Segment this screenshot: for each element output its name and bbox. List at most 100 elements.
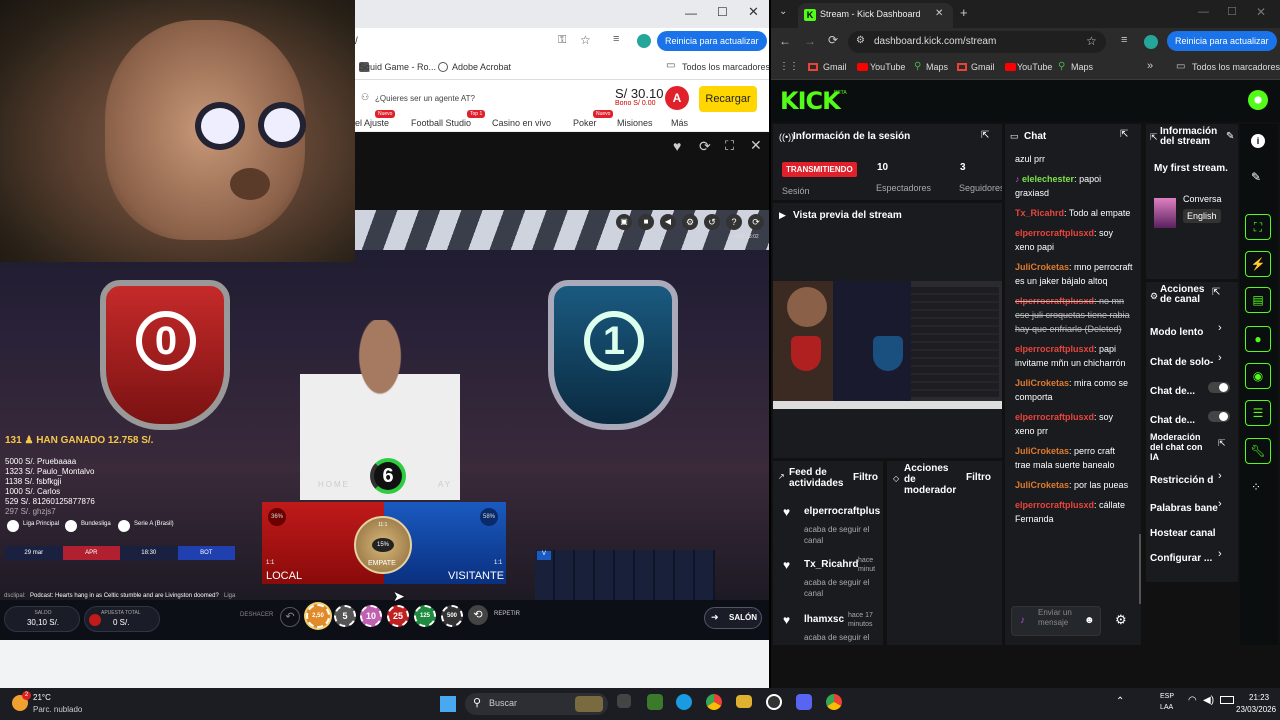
wifi-icon[interactable]: ◠: [1188, 695, 1197, 706]
list-icon[interactable]: ☰: [1245, 400, 1271, 426]
bookmark-gmail-2[interactable]: Gmail: [971, 62, 995, 72]
tab-list-icon[interactable]: ⌄: [779, 6, 787, 17]
maximize-icon[interactable]: ☐: [717, 5, 728, 19]
kick-logo[interactable]: KICK: [780, 87, 841, 115]
edit-icon[interactable]: ✎: [1226, 131, 1234, 142]
chrome-icon[interactable]: [706, 694, 722, 710]
tab-kick-dashboard[interactable]: K Stream - Kick Dashboard ✕: [798, 3, 953, 28]
undo-icon[interactable]: ↶: [280, 607, 300, 627]
volume-icon[interactable]: ◀): [1203, 695, 1214, 706]
close-tab-icon[interactable]: ✕: [935, 8, 943, 19]
channel-action-item[interactable]: Chat de...: [1150, 410, 1234, 426]
user-avatar[interactable]: A: [665, 86, 689, 110]
channel-action-item[interactable]: Palabras bane ›: [1150, 498, 1234, 514]
file-explorer-icon[interactable]: [736, 695, 752, 708]
bookmark-star-icon[interactable]: ☆: [1086, 34, 1097, 48]
bookmark-youtube[interactable]: YouTube: [870, 62, 905, 72]
chrome-2-icon[interactable]: [826, 694, 842, 710]
task-view-icon[interactable]: [617, 694, 631, 708]
chat-user[interactable]: elperrocraftplusxd: [1015, 344, 1094, 354]
info-icon[interactable]: i: [1251, 134, 1265, 148]
all-bookmarks[interactable]: Todos los marcadores: [1192, 62, 1280, 72]
refresh-icon[interactable]: ⟳: [699, 138, 711, 155]
battery-icon[interactable]: [1220, 696, 1234, 704]
pencil-icon[interactable]: ✎: [1251, 170, 1261, 184]
url-field[interactable]: ⚙ dashboard.kick.com/stream ☆: [848, 31, 1106, 53]
reload-icon[interactable]: ⟳: [828, 33, 838, 47]
chat-user[interactable]: elperrocraftplusxd: [1015, 296, 1094, 306]
taskbar-search[interactable]: ⚲ Buscar: [465, 693, 608, 715]
chip-125[interactable]: 125: [414, 605, 436, 627]
fullscreen-widget-icon[interactable]: ⛶: [1245, 214, 1271, 240]
chat-scrollbar[interactable]: [1139, 534, 1141, 604]
salon-button[interactable]: ➜ SALÓN: [704, 607, 762, 629]
tray-expand-icon[interactable]: ⌃: [1116, 696, 1124, 707]
settings-icon[interactable]: ⚙: [682, 214, 698, 230]
close-game-icon[interactable]: ✕: [750, 137, 762, 154]
chat-user[interactable]: elperrocraftplusxd: [1015, 500, 1094, 510]
chat-user[interactable]: elelechester: [1022, 174, 1074, 184]
nav-ajuste[interactable]: el Ajuste: [355, 118, 389, 128]
chat-user[interactable]: Tx_Ricahrd: [1015, 208, 1064, 218]
discord-icon[interactable]: [796, 694, 812, 710]
repeat-icon[interactable]: ⟲: [468, 605, 488, 625]
key-icon[interactable]: ⚿: [558, 34, 566, 47]
apps-icon[interactable]: ⋮⋮: [779, 61, 799, 72]
chip-25[interactable]: 25: [387, 605, 409, 627]
close-window-icon[interactable]: ✕: [1256, 5, 1266, 19]
channel-action-item[interactable]: Restricción d ›: [1150, 470, 1234, 486]
language-indicator[interactable]: ESP: [1160, 693, 1174, 700]
new-tab-icon[interactable]: +: [960, 5, 968, 20]
undo-label[interactable]: DESHACER: [240, 612, 273, 618]
extensions-icon[interactable]: ≡: [1121, 34, 1127, 46]
emoji-icon[interactable]: ☻: [1084, 615, 1095, 626]
forward-icon[interactable]: →: [804, 34, 816, 48]
chat-settings-icon[interactable]: ⚙: [1115, 612, 1127, 628]
bookmark-maps-2[interactable]: Maps: [1071, 62, 1093, 72]
chip-2-50[interactable]: 2,50: [306, 604, 330, 628]
league-serie-a[interactable]: Serie A (Brasil): [134, 521, 174, 527]
star-icon[interactable]: ☆: [580, 33, 591, 47]
bookmark-gmail[interactable]: Gmail: [823, 62, 847, 72]
feed-user[interactable]: lhamxsc: [804, 614, 844, 625]
close-window-icon[interactable]: ✕: [748, 4, 759, 20]
channel-action-item[interactable]: Chat de...: [1150, 381, 1234, 397]
minecraft-icon[interactable]: [647, 694, 663, 710]
lightning-icon[interactable]: ⚡: [1245, 251, 1271, 277]
channel-action-item[interactable]: Configurar ... ›: [1150, 548, 1234, 564]
nav-casino-en-vivo[interactable]: Casino en vivo: [492, 118, 551, 128]
toggle-switch[interactable]: [1208, 382, 1230, 393]
feed-filter[interactable]: Filtro: [853, 472, 878, 483]
clock-time[interactable]: 21:23: [1249, 693, 1269, 702]
obs-icon[interactable]: [766, 694, 782, 710]
minimize-icon[interactable]: —: [1198, 6, 1209, 18]
help-icon[interactable]: ?: [726, 214, 742, 230]
edge-icon[interactable]: [676, 694, 692, 710]
channel-action-item[interactable]: Moderación del chat con IA ⇱: [1150, 432, 1234, 462]
channel-action-item[interactable]: Chat de solo- ›: [1150, 352, 1234, 368]
chat-input[interactable]: ♪ Enviar un mensaje ☻: [1011, 606, 1101, 636]
windows-start-icon[interactable]: [440, 696, 456, 712]
nav-mas[interactable]: Más: [671, 118, 688, 128]
mod-filter[interactable]: Filtro: [966, 472, 991, 483]
url-text[interactable]: /: [355, 36, 358, 47]
recharge-button[interactable]: Recargar: [699, 86, 757, 112]
profile-avatar[interactable]: [637, 34, 651, 48]
history-icon[interactable]: ↺: [704, 214, 720, 230]
category-thumbnail[interactable]: [1154, 198, 1176, 228]
bookmark-acrobat[interactable]: Adobe Acrobat: [452, 62, 511, 72]
channel-action-item[interactable]: Modo lento ›: [1150, 322, 1234, 338]
bookmark-maps[interactable]: Maps: [926, 62, 948, 72]
chat-user[interactable]: JuliCroketas: [1015, 446, 1069, 456]
wrench-icon[interactable]: 🔧︎: [1245, 438, 1271, 464]
favorite-icon[interactable]: ♥: [673, 138, 681, 154]
chat-user[interactable]: JuliCroketas: [1015, 378, 1069, 388]
feed-user[interactable]: Tx_Ricahrd: [804, 559, 858, 570]
chat-user[interactable]: JuliCroketas: [1015, 262, 1069, 272]
bookmark-youtube-2[interactable]: YouTube: [1017, 62, 1052, 72]
profile-avatar[interactable]: [1144, 35, 1158, 49]
more-bookmarks-icon[interactable]: »: [1147, 60, 1153, 72]
chat-bubble-icon[interactable]: ●: [1245, 326, 1271, 352]
chat-user[interactable]: elperrocraftplusxd: [1015, 412, 1094, 422]
feed-user[interactable]: elperrocraftplus: [804, 506, 880, 517]
